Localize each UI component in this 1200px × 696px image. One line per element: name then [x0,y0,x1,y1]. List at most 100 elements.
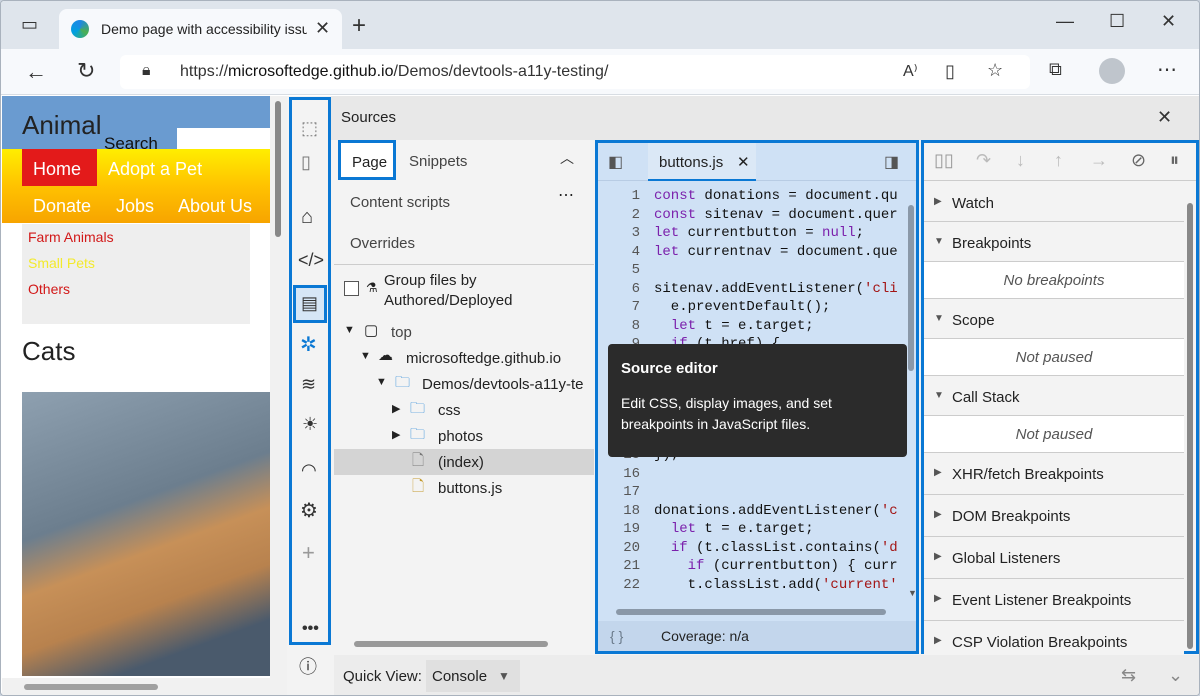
code-line[interactable]: donations.addEventListener('c [654,502,898,521]
expand-photos-icon[interactable]: ▶ [392,428,400,441]
expand-css-icon[interactable]: ▶ [392,402,400,415]
device-emulation-icon[interactable]: ▯ [301,152,311,173]
tree-demos[interactable]: Demos/devtools-a11y-te [422,376,583,393]
code-line[interactable]: const sitenav = document.quer [654,206,898,225]
expand-host-icon[interactable]: ▼ [360,350,371,362]
refresh-icon[interactable]: ↻ [77,58,95,84]
tree-buttonsjs[interactable]: buttons.js [438,480,502,497]
code-line[interactable]: let currentbutton = null; [654,224,864,243]
tree-host[interactable]: microsoftedge.github.io [406,350,561,367]
tab-overrides[interactable]: Overrides [350,235,415,252]
address-bar[interactable]: 🔒︎ https://microsoftedge.github.io/Demos… [120,55,1030,89]
line-number[interactable]: 17 [606,483,640,502]
issues-icon[interactable]: ☀ [302,414,318,435]
code-line[interactable]: let t = e.target; [654,317,814,336]
menu-adopt[interactable]: Adopt a Pet [108,159,202,180]
step-out-icon[interactable]: ↑ [1054,150,1063,171]
collections-icon[interactable]: ⧉ [1049,59,1062,80]
line-number[interactable]: 16 [606,465,640,484]
more-tabs-icon[interactable]: ⋯ [558,185,574,205]
close-window-icon[interactable]: ✕ [1161,11,1176,32]
section-global[interactable]: ▶ Global Listeners [924,537,1184,579]
tab-snippets[interactable]: Snippets [409,153,467,170]
code-line[interactable]: sitenav.addEventListener('cli [654,280,898,299]
page-hscrollbar[interactable] [2,678,270,695]
new-tab-icon[interactable]: + [352,12,366,40]
pause-icon[interactable]: ▯▯ [934,150,954,171]
back-icon[interactable]: ← [25,59,47,85]
close-devtools-icon[interactable]: ✕ [1157,107,1172,128]
tree-css[interactable]: css [438,402,461,419]
lock-icon[interactable]: 🔒︎ [142,62,151,80]
expand-demos-icon[interactable]: ▼ [376,376,387,388]
section-xhr[interactable]: ▶ XHR/fetch Breakpoints [924,453,1184,495]
line-number[interactable]: 22 [606,576,640,595]
read-aloud-icon[interactable]: A⁾ [903,61,918,81]
editor-vscroll-thumb[interactable] [908,205,914,371]
line-number[interactable]: 19 [606,520,640,539]
more-menu-icon[interactable]: ⋯ [1157,57,1177,82]
step-into-icon[interactable]: ↓ [1016,150,1025,171]
code-line[interactable]: if (t.classList.contains('d [654,539,898,558]
memory-icon[interactable]: ⚙ [300,498,318,523]
menu-donate[interactable]: Donate [33,196,91,217]
line-number[interactable]: 7 [606,298,640,317]
search-input[interactable] [177,128,270,149]
immersive-reader-icon[interactable]: ▯ [945,61,955,82]
section-watch[interactable]: ▶ Watch [924,182,1184,222]
expand-top-icon[interactable]: ▼ [344,324,355,336]
section-dom[interactable]: ▶ DOM Breakpoints [924,495,1184,537]
submenu-others[interactable]: Others [28,281,70,297]
nav-hscroll-thumb[interactable] [354,641,548,647]
network-icon[interactable]: ≋ [301,374,316,395]
toggle-debugger-icon[interactable]: ◨ [884,152,899,172]
group-files-checkbox[interactable] [344,281,359,296]
toggle-navigator-icon[interactable]: ◧ [608,152,623,172]
line-number[interactable]: 6 [606,280,640,299]
debugger-vscroll-thumb[interactable] [1187,203,1193,649]
editor-tab[interactable]: buttons.js ✕ [648,143,756,181]
inspect-icon[interactable]: ⬚ [301,118,318,139]
line-number[interactable]: 2 [606,206,640,225]
scroll-down-icon[interactable]: ▼ [908,588,917,598]
line-number[interactable]: 18 [606,502,640,521]
url-text[interactable]: https://microsoftedge.github.io/Demos/de… [180,63,608,81]
tree-top[interactable]: top [391,324,412,341]
line-number[interactable]: 20 [606,539,640,558]
code-line[interactable]: if (currentbutton) { curr [654,557,898,576]
browser-tab[interactable]: Demo page with accessibility issu ✕ [59,9,342,49]
dock-icon[interactable]: ⇆ [1121,665,1136,686]
close-editor-tab-icon[interactable]: ✕ [737,153,750,171]
tab-actions-icon[interactable]: ▭ [21,14,38,35]
page-hscroll-thumb[interactable] [24,684,158,690]
tree-photos[interactable]: photos [438,428,483,445]
menu-home[interactable]: Home [33,159,81,180]
menu-about[interactable]: About Us [178,196,252,217]
submenu-small[interactable]: Small Pets [28,255,95,271]
code-line[interactable]: let currentnav = document.que [654,243,898,262]
page-vscroll-thumb[interactable] [275,101,281,237]
tab-content-scripts[interactable]: Content scripts [350,194,450,211]
pause-on-exceptions-icon[interactable]: ⏸ [1170,150,1179,171]
pretty-print-icon[interactable]: { } [610,628,623,644]
code-line[interactable]: e.preventDefault(); [654,298,831,317]
tree-index[interactable]: (index) [438,454,484,471]
section-call-stack[interactable]: ▼ Call Stack [924,376,1184,416]
line-number[interactable]: 5 [606,261,640,280]
line-number[interactable]: 1 [606,187,640,206]
elements-icon[interactable]: </> [298,250,324,271]
more-tools-ellipsis-icon[interactable]: ••• [302,620,319,638]
welcome-home-icon[interactable]: ⌂ [301,206,313,229]
step-over-icon[interactable]: ↷ [976,150,991,171]
menu-jobs[interactable]: Jobs [116,196,154,217]
maximize-icon[interactable]: ☐ [1109,11,1125,32]
help-icon[interactable]: ⓘ [299,653,317,679]
console-tool[interactable]: ▤ [293,285,327,323]
collapse-quickview-icon[interactable]: ⌄ [1168,665,1183,686]
deactivate-breakpoints-icon[interactable]: ⊘ [1131,150,1146,171]
profile-avatar[interactable] [1099,58,1125,84]
favorite-icon[interactable]: ☆ [987,60,1003,81]
code-line[interactable]: const donations = document.qu [654,187,898,206]
section-scope[interactable]: ▼ Scope [924,299,1184,339]
collapse-chevron-icon[interactable]: ︿ [560,148,574,168]
